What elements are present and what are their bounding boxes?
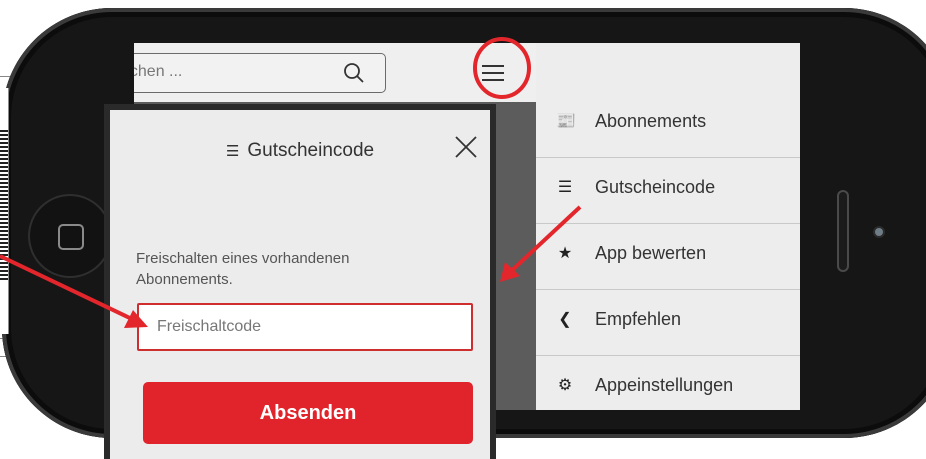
annotation-overlay bbox=[0, 37, 582, 328]
arrow-to-dialog bbox=[506, 205, 582, 276]
highlight-circle bbox=[473, 37, 531, 99]
arrow-to-input bbox=[0, 254, 135, 322]
